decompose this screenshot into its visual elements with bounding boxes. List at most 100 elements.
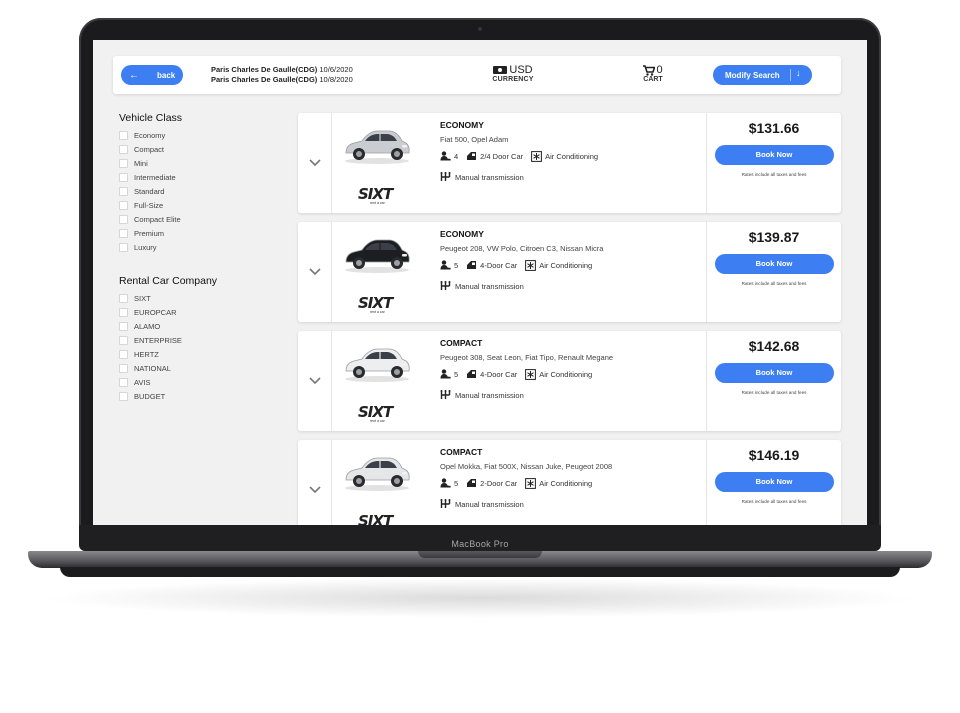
rental-company-option-label: ALAMO (134, 321, 161, 331)
transmission-feature: Manual transmission (440, 281, 700, 291)
expand-toggle[interactable] (298, 440, 332, 525)
car-details: COMPACT Peugeot 308, Seat Leon, Fiat Tipo… (440, 338, 700, 400)
rental-company-option[interactable]: HERTZ (119, 347, 289, 361)
door-type: 2/4 Door Car (480, 151, 524, 161)
rental-company-option[interactable]: ENTERPRISE (119, 333, 289, 347)
checkbox[interactable] (119, 130, 128, 140)
vehicle-class-option-label: Standard (134, 186, 165, 196)
rental-company-option-label: AVIS (134, 377, 151, 387)
checkbox[interactable] (119, 391, 128, 401)
vehicle-class-option[interactable]: Standard (119, 184, 289, 198)
checkbox[interactable] (119, 144, 128, 154)
seats-feature: 5 (440, 369, 458, 379)
seats-feature: 5 (440, 260, 458, 270)
rental-company-option-label: SIXT (134, 293, 151, 303)
checkbox[interactable] (119, 349, 128, 359)
snowflake-icon (531, 150, 543, 162)
cart-label: CART (643, 76, 663, 83)
vehicle-class-option-label: Luxury (134, 242, 157, 252)
car-details: ECONOMY Peugeot 208, VW Polo, Citroen C3,… (440, 229, 700, 291)
checkbox[interactable] (119, 335, 128, 345)
door-type: 4-Door Car (480, 369, 518, 379)
rental-company-option[interactable]: NATIONAL (119, 361, 289, 375)
ac-label: Air Conditioning (539, 369, 593, 379)
rental-company-option[interactable]: AVIS (119, 375, 289, 389)
vehicle-class-option-label: Premium (134, 228, 165, 238)
vehicle-class-option[interactable]: Intermediate (119, 170, 289, 184)
transmission-label: Manual transmission (455, 172, 524, 182)
ac-feature: Air Conditioning (525, 477, 592, 489)
vehicle-class-title: Vehicle Class (119, 112, 183, 124)
cart-button[interactable]: 0 CART (633, 64, 673, 83)
vehicle-class-option[interactable]: Luxury (119, 240, 289, 254)
car-image (345, 239, 410, 273)
checkbox[interactable] (119, 363, 128, 373)
book-now-button[interactable]: Book Now (714, 254, 834, 274)
car-features: 4 2/4 Door Car Air Conditioning (440, 150, 700, 162)
checkbox[interactable] (119, 200, 128, 210)
vehicle-class-option[interactable]: Compact (119, 142, 289, 156)
modify-search-button[interactable]: Modify Search ↓ (713, 65, 812, 85)
doors-feature: 2/4 Door Car (466, 151, 523, 161)
car-models: Peugeot 208, VW Polo, Citroen C3, Nissan… (440, 244, 604, 253)
doors-feature: 4-Door Car (466, 369, 517, 379)
vendor-name: SIXT (358, 403, 393, 421)
rental-company-option[interactable]: EUROPCAR (119, 305, 289, 319)
vehicle-class-option-label: Compact (134, 144, 165, 154)
rental-company-option[interactable]: ALAMO (119, 319, 289, 333)
price: $146.19 (748, 447, 800, 463)
taxes-note: Rates include all taxes and fees (741, 172, 807, 177)
car-result-card: SIXT rent a car COMPACT Peugeot 308, Seat L… (298, 331, 841, 431)
rental-company-title: Rental Car Company (119, 275, 218, 287)
checkbox[interactable] (119, 377, 128, 387)
expand-toggle[interactable] (298, 222, 332, 322)
book-now-button[interactable]: Book Now (714, 472, 834, 492)
vehicle-class-option-label: Compact Elite (134, 214, 181, 224)
rental-company-option-label: ENTERPRISE (134, 335, 182, 345)
book-now-button[interactable]: Book Now (714, 145, 834, 165)
chevron-down-icon (308, 377, 321, 385)
checkbox[interactable] (119, 321, 128, 331)
back-button[interactable]: ← back (121, 65, 183, 85)
vehicle-class-option[interactable]: Full-Size (119, 198, 289, 212)
checkbox[interactable] (119, 307, 128, 317)
seat-count: 5 (454, 369, 459, 379)
car-result-card: SIXTrent a car COMPACT Opel Mokka, Fiat 50… (298, 440, 841, 525)
back-label: back (157, 70, 176, 80)
transmission-label: Manual transmission (455, 281, 524, 291)
modify-search-label: Modify Search (725, 70, 780, 80)
car-class: COMPACT (440, 447, 483, 457)
cash-icon (493, 66, 508, 74)
checkbox[interactable] (119, 172, 128, 182)
rental-company-option-label: HERTZ (134, 349, 159, 359)
snowflake-icon (525, 477, 537, 489)
checkbox[interactable] (119, 214, 128, 224)
vehicle-class-option[interactable]: Mini (119, 156, 289, 170)
laptop-model-label: MacBook Pro (451, 539, 509, 549)
book-now-button[interactable]: Book Now (714, 363, 834, 383)
price-panel: $146.19 Book Now Rates include all taxes a… (706, 440, 841, 525)
car-models: Peugeot 308, Seat Leon, Fiat Tipo, Renau… (440, 353, 614, 362)
doors-feature: 4-Door Car (466, 260, 517, 270)
snowflake-icon (525, 259, 537, 271)
checkbox[interactable] (119, 242, 128, 252)
rental-company-option[interactable]: BUDGET (119, 389, 289, 403)
expand-toggle[interactable] (298, 113, 332, 213)
vehicle-class-option[interactable]: Compact Elite (119, 212, 289, 226)
checkbox[interactable] (119, 293, 128, 303)
currency-selector[interactable]: USD CURRENCY (483, 64, 543, 83)
vehicle-class-option-label: Intermediate (134, 172, 176, 182)
vendor-name: SIXT (358, 185, 393, 203)
car-features: 5 4-Door Car Air Conditioning (440, 259, 700, 271)
expand-toggle[interactable] (298, 331, 332, 431)
vehicle-class-option[interactable]: Premium (119, 226, 289, 240)
seat-person-icon (440, 260, 451, 270)
car-door-icon (467, 479, 477, 487)
checkbox[interactable] (119, 186, 128, 196)
checkbox[interactable] (119, 158, 128, 168)
checkbox[interactable] (119, 228, 128, 238)
rental-company-option-label: NATIONAL (134, 363, 171, 373)
rental-company-option[interactable]: SIXT (119, 291, 289, 305)
vehicle-class-option-label: Mini (134, 158, 148, 168)
vehicle-class-option[interactable]: Economy (119, 128, 289, 142)
